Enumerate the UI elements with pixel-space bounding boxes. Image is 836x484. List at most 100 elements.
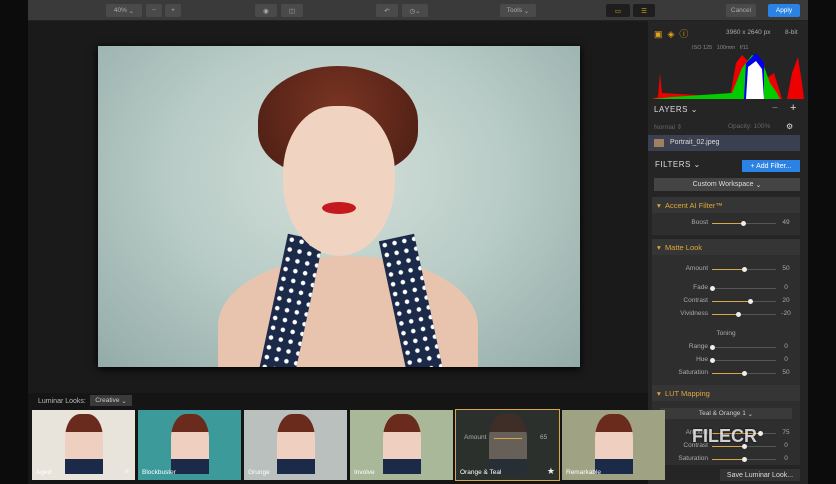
- slider-label: Amount: [685, 265, 708, 272]
- slider-track[interactable]: [710, 286, 776, 291]
- workspace-dropdown[interactable]: Custom Workspace ⌄: [654, 178, 800, 191]
- slider-value: 0: [784, 356, 788, 363]
- look-preview: [65, 414, 103, 474]
- accent-filter-title: Accent AI Filter™: [664, 200, 723, 210]
- image-dimensions: 3960 x 2640 px: [726, 29, 771, 36]
- look-thumbnail[interactable]: Grunge: [244, 410, 347, 480]
- blend-mode-dropdown[interactable]: Normal ⇕: [654, 123, 682, 131]
- slider-track[interactable]: [712, 457, 776, 462]
- remove-layer-button[interactable]: −: [772, 103, 778, 114]
- layers-title[interactable]: LAYERS ⌄: [654, 105, 698, 114]
- layer-name: Portrait_02.jpeg: [670, 139, 720, 146]
- zoom-out-button[interactable]: −: [146, 4, 162, 17]
- slider-amount[interactable]: Amount 50: [652, 265, 800, 275]
- filters-title[interactable]: FILTERS ⌄: [655, 160, 701, 169]
- slider-knob[interactable]: [758, 431, 763, 436]
- slider-hue[interactable]: Hue 0: [652, 356, 800, 366]
- layer-thumbnail: [654, 139, 664, 147]
- slider-value: 75: [782, 429, 790, 436]
- filecr-watermark: FILECR: [692, 426, 757, 446]
- slider-track[interactable]: [712, 221, 776, 226]
- look-thumbnail[interactable]: Remarkable: [562, 410, 665, 480]
- slider-track[interactable]: [710, 345, 776, 350]
- focal-length: 100mm: [716, 45, 736, 51]
- slider-fade[interactable]: Fade 0: [652, 284, 800, 294]
- slider-track[interactable]: [712, 267, 776, 272]
- slider-range[interactable]: Range 0: [652, 343, 800, 353]
- slider-track[interactable]: [712, 371, 776, 376]
- favorite-star-icon[interactable]: ★: [547, 466, 555, 477]
- slider-fill: [712, 301, 751, 302]
- history-icon[interactable]: ◷⌄: [402, 4, 428, 17]
- slider-knob[interactable]: [735, 312, 741, 317]
- slider-value: 49: [782, 219, 790, 226]
- filters-label: FILTERS: [655, 160, 691, 169]
- slider-knob[interactable]: [742, 371, 747, 376]
- lut-preset-dropdown[interactable]: Teal & Orange 1 ⌄: [660, 408, 792, 419]
- look-preview: [171, 414, 209, 474]
- slider-knob[interactable]: [710, 358, 715, 363]
- slider-knob[interactable]: [710, 286, 715, 291]
- slider-fill: [712, 314, 738, 315]
- apply-button[interactable]: Apply: [768, 4, 800, 17]
- tools-dropdown[interactable]: Tools ⌄: [500, 4, 536, 17]
- look-amount-value: 65: [540, 434, 548, 441]
- look-name: Remarkable: [566, 469, 602, 476]
- filters-panel-icon[interactable]: ☰: [633, 4, 655, 17]
- iso: ISO 125: [692, 45, 713, 51]
- look-name: Blockbuster: [142, 469, 176, 476]
- look-amount-slider[interactable]: [494, 438, 522, 439]
- slider-knob[interactable]: [742, 457, 747, 462]
- slider-value: 50: [782, 265, 790, 272]
- opacity-dropdown[interactable]: Opacity: 100%: [728, 123, 770, 130]
- slider-track[interactable]: [710, 358, 776, 363]
- info-tab-icons[interactable]: ▣◈ⓘ: [654, 27, 693, 40]
- slider-boost[interactable]: Boost 49: [652, 219, 800, 229]
- slider-value: 0: [784, 284, 788, 291]
- slider-knob[interactable]: [710, 345, 715, 350]
- top-toolbar: 40% ⌄ − + ◉ ◫ ↶ ◷⌄ Tools ⌄ ▭ ☰ Cancel Ap…: [28, 0, 808, 21]
- zoom-dropdown[interactable]: 40% ⌄: [106, 4, 142, 17]
- slider-knob[interactable]: [748, 299, 754, 304]
- layer-settings-icon[interactable]: ⚙: [786, 122, 793, 131]
- cancel-button[interactable]: Cancel: [726, 4, 756, 17]
- lut-mapping-header[interactable]: ▾ LUT Mapping: [652, 385, 800, 401]
- add-filter-button[interactable]: + Add Filter...: [742, 160, 800, 172]
- slider-contrast[interactable]: Contrast 20: [652, 297, 800, 307]
- preview-eye-icon[interactable]: ◉: [255, 4, 277, 17]
- looks-category-dropdown[interactable]: Creative ⌄: [90, 395, 132, 406]
- zoom-in-button[interactable]: +: [165, 4, 181, 17]
- slider-saturation[interactable]: Saturation 50: [652, 369, 800, 379]
- save-luminar-look-button[interactable]: Save Luminar Look...: [720, 469, 800, 481]
- accent-filter-header[interactable]: ▾ Accent AI Filter™: [652, 197, 800, 213]
- layer-item[interactable]: Portrait_02.jpeg: [648, 135, 800, 151]
- lut-preset: Teal & Orange 1: [698, 410, 746, 417]
- slider-value: -20: [781, 310, 791, 317]
- slider-value: 50: [782, 369, 790, 376]
- slider-vividness[interactable]: Vividness -20: [652, 310, 800, 320]
- filmstrip-icon[interactable]: ▭: [606, 4, 630, 17]
- look-thumbnail[interactable]: Involve: [350, 410, 453, 480]
- slider-track[interactable]: [712, 299, 776, 304]
- layers-label: LAYERS: [654, 105, 688, 114]
- undo-icon[interactable]: ↶: [376, 4, 398, 17]
- add-layer-button[interactable]: +: [790, 102, 796, 114]
- slider-label: Saturation: [678, 369, 708, 376]
- look-thumbnail[interactable]: Orange & Teal ★ Amount 65: [455, 409, 560, 481]
- photo-preview[interactable]: [98, 46, 580, 367]
- look-name: Aged: [36, 469, 52, 476]
- toning-label: Toning: [716, 330, 736, 337]
- slider-saturation[interactable]: Saturation 0: [652, 455, 800, 465]
- looks-category: Creative: [95, 397, 120, 404]
- slider-track[interactable]: [712, 312, 776, 317]
- slider-fill: [712, 269, 744, 270]
- slider-value: 0: [784, 343, 788, 350]
- look-thumbnail[interactable]: Blockbuster: [138, 410, 241, 480]
- look-thumbnail[interactable]: Aged ★: [32, 410, 135, 480]
- tools-label: Tools: [506, 7, 522, 14]
- favorite-star-icon[interactable]: ★: [123, 466, 131, 477]
- slider-knob[interactable]: [742, 267, 747, 272]
- matte-look-header[interactable]: ▾ Matte Look: [652, 239, 800, 255]
- compare-icon[interactable]: ◫: [281, 4, 303, 17]
- slider-knob[interactable]: [741, 221, 747, 226]
